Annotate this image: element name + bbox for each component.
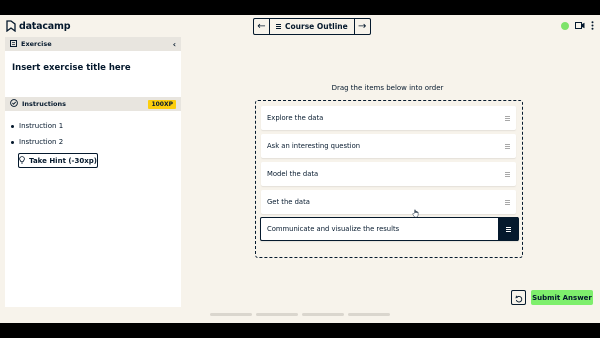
reset-button[interactable] (511, 290, 526, 305)
progress-segment (302, 313, 344, 316)
progress-segment (348, 313, 390, 316)
drag-handle-icon[interactable] (505, 143, 510, 149)
datacamp-logo[interactable]: datacamp (6, 20, 71, 32)
exercise-progress (210, 313, 390, 316)
arrow-left-icon: ← (257, 21, 266, 32)
drag-handle-icon[interactable] (505, 115, 510, 121)
order-item[interactable]: Model the data (261, 162, 516, 186)
exercise-panel: Exercise ‹ Insert exercise title here In… (5, 37, 181, 307)
instruction-item: Instruction 2 (11, 134, 175, 150)
exercise-title: Insert exercise title here (12, 63, 131, 73)
instruction-text: Instruction 2 (19, 138, 64, 146)
order-item[interactable]: Explore the data (261, 106, 516, 130)
order-item-label: Model the data (267, 170, 319, 178)
exercise-header: Exercise ‹ (5, 37, 181, 51)
order-item[interactable]: Get the data (261, 190, 516, 214)
order-item[interactable]: Ask an interesting question (261, 134, 516, 158)
collapse-chevron-icon[interactable]: ‹ (173, 40, 176, 49)
drag-drop-zone: Explore the data Ask an interesting ques… (255, 100, 523, 258)
instructions-label: Instructions (22, 100, 67, 108)
status-dot-icon (561, 21, 569, 30)
drag-handle-icon[interactable] (505, 199, 510, 205)
xp-badge: 100XP (148, 99, 176, 109)
screen-frame: datacamp ← Course Outline → Exercise ‹ I… (0, 0, 600, 338)
progress-segment (210, 313, 252, 316)
instruction-item: Instruction 1 (11, 118, 175, 134)
bullet-icon (11, 124, 14, 128)
order-item-label: Ask an interesting question (267, 142, 361, 150)
bullet-icon (11, 140, 14, 144)
order-item-selected[interactable]: Communicate and visualize the results (260, 217, 519, 241)
logo-text: datacamp (19, 20, 71, 32)
exercise-icon (10, 39, 17, 49)
datacamp-logo-icon (6, 20, 16, 32)
instructions-header: Instructions 100XP (5, 97, 181, 111)
cursor-hand-icon (412, 203, 420, 222)
more-icon[interactable] (591, 21, 594, 30)
exercise-header-label: Exercise (21, 40, 52, 48)
course-outline-label: Course Outline (285, 22, 348, 31)
drag-instruction: Drag the items below into order (331, 84, 444, 92)
top-bar: datacamp ← Course Outline → (0, 15, 600, 37)
arrow-right-icon: → (358, 21, 367, 32)
previous-exercise-button[interactable]: ← (254, 19, 270, 34)
reset-icon (514, 288, 523, 307)
menu-icon (276, 24, 281, 29)
drag-handle-icon[interactable] (498, 217, 518, 241)
order-item-label: Communicate and visualize the results (267, 225, 400, 233)
check-circle-icon (10, 99, 18, 109)
course-navigation: ← Course Outline → (253, 18, 371, 35)
submit-answer-button[interactable]: Submit Answer (531, 290, 593, 305)
order-item-label: Get the data (267, 198, 310, 206)
top-right-controls (561, 21, 594, 30)
take-hint-button[interactable]: Take Hint (-30xp) (18, 153, 98, 168)
take-hint-label: Take Hint (-30xp) (29, 156, 97, 165)
video-icon[interactable] (575, 22, 585, 29)
drag-handle-icon[interactable] (505, 171, 510, 177)
next-exercise-button[interactable]: → (353, 19, 370, 34)
order-item-label: Explore the data (267, 114, 324, 122)
progress-segment (256, 313, 298, 316)
bulb-icon (19, 155, 25, 166)
instruction-list: Instruction 1 Instruction 2 (5, 111, 181, 150)
instruction-text: Instruction 1 (19, 122, 64, 130)
course-outline-button[interactable]: Course Outline (270, 19, 354, 34)
app-window: datacamp ← Course Outline → Exercise ‹ I… (0, 15, 600, 323)
